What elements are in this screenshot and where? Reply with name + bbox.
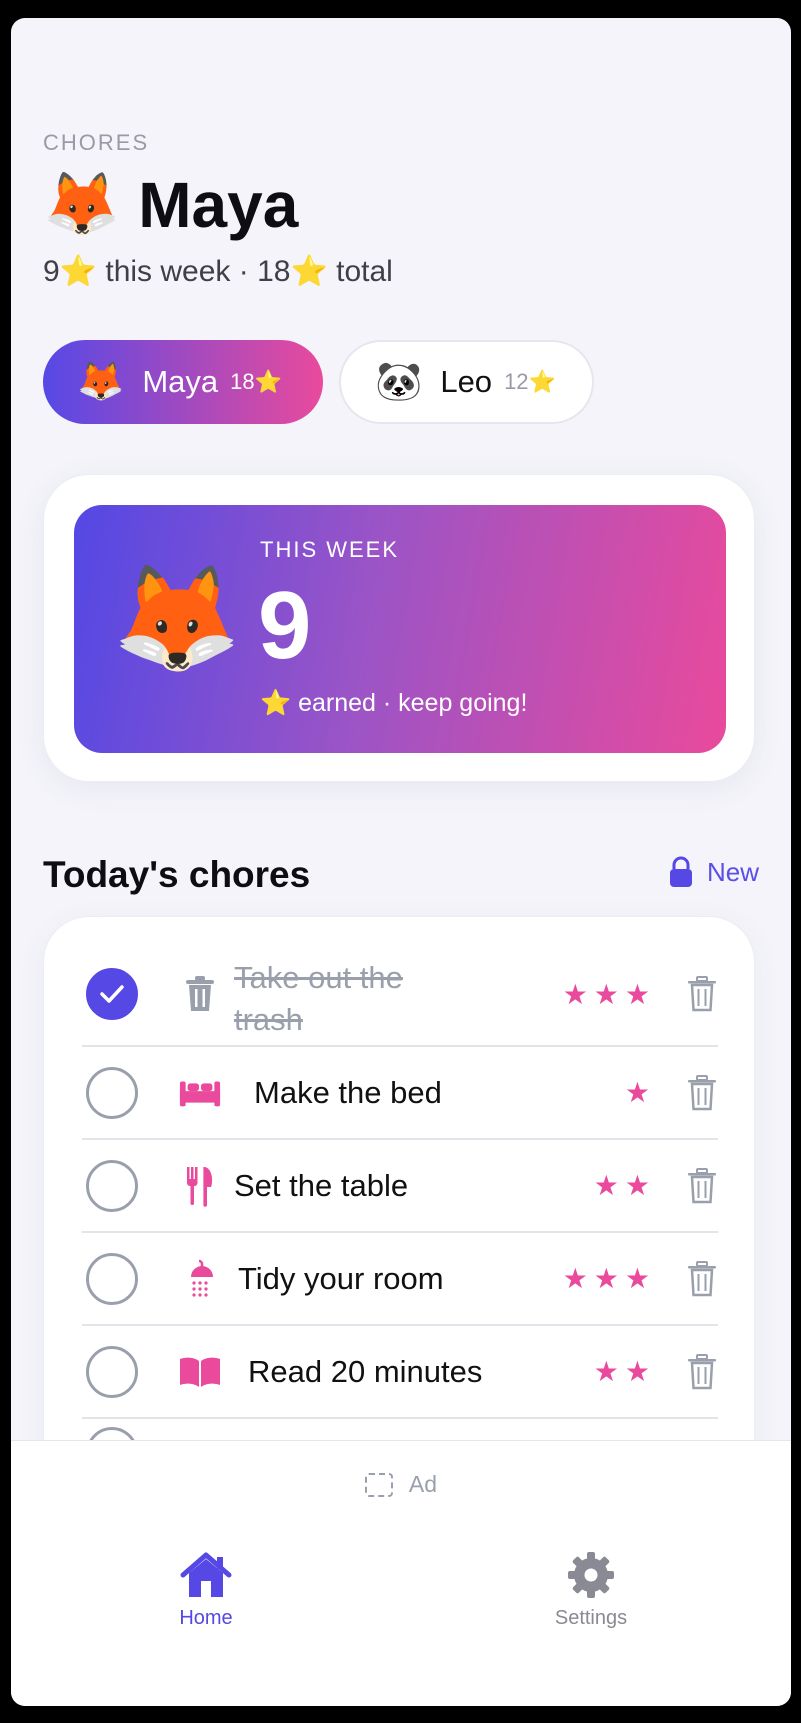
kid-tab-stars: 18⭐: [230, 369, 283, 394]
bed-icon: [178, 1071, 222, 1115]
delete-chore-icon[interactable]: [686, 976, 718, 1012]
chore-name-line: Take out the: [234, 960, 403, 995]
week-star-count: 9: [258, 572, 312, 679]
chore-name: Take out the trash: [234, 957, 403, 1041]
chore-row: Set the table ★★: [82, 1140, 718, 1233]
ad-label: Ad: [408, 1471, 438, 1497]
chore-name: Read 20 minutes: [248, 1353, 483, 1389]
nav-home-label: Home: [179, 1607, 233, 1629]
kid-name: Maya: [138, 169, 299, 241]
fox-icon: 🦊: [77, 361, 125, 403]
chore-name: Set the table: [234, 1167, 409, 1203]
lock-icon: [669, 856, 692, 887]
kid-tab-name: Maya: [142, 364, 219, 399]
panda-icon: 🐼: [375, 361, 423, 403]
nav-home[interactable]: Home: [136, 1551, 276, 1630]
section-label: CHORES: [43, 130, 150, 155]
trash-icon: [178, 972, 222, 1016]
kid-tab-stars: 12⭐: [504, 369, 556, 394]
kid-tab-maya[interactable]: 🦊 Maya 18⭐: [43, 340, 323, 424]
chore-name: Make the bed: [254, 1074, 442, 1110]
delete-chore-icon[interactable]: [686, 1074, 718, 1111]
nav-settings-label: Settings: [554, 1607, 628, 1629]
chores-heading: Today's chores: [43, 854, 311, 895]
chore-stars: ★★★: [562, 978, 656, 1010]
ad-placeholder-icon: [364, 1472, 393, 1497]
star-summary: 9⭐ this week · 18⭐ total: [43, 255, 393, 288]
new-chore-label: New: [706, 856, 759, 887]
fox-avatar-icon: 🦊: [43, 170, 121, 239]
ad-banner[interactable]: Ad: [11, 1471, 791, 1498]
book-icon: [178, 1350, 222, 1394]
chore-checkbox-checked[interactable]: [86, 968, 138, 1020]
chore-stars: ★★: [593, 1356, 656, 1387]
checkmark-icon: [100, 985, 124, 1003]
chore-checkbox[interactable]: [86, 1159, 138, 1212]
chore-checkbox[interactable]: [86, 1252, 138, 1305]
chore-checkbox[interactable]: [86, 1345, 138, 1398]
gear-icon: [521, 1551, 661, 1599]
fox-icon: 🦊: [112, 561, 242, 677]
shower-icon: [178, 1257, 222, 1301]
week-note: ⭐ earned · keep going!: [260, 689, 528, 717]
kid-tab-name: Leo: [440, 364, 493, 399]
chore-checkbox[interactable]: [86, 1066, 138, 1119]
delete-chore-icon[interactable]: [686, 1260, 718, 1297]
chore-row: Tidy your room ★★★: [82, 1233, 718, 1326]
chore-row: Make the bed ★: [82, 1047, 718, 1140]
nav-settings[interactable]: Settings: [521, 1551, 661, 1630]
new-chore-button[interactable]: New: [669, 856, 759, 888]
weekly-stars-card: 🦊 THIS WEEK 9 ⭐ earned · keep going!: [43, 474, 755, 782]
chore-stars: ★: [624, 1077, 656, 1108]
delete-chore-icon[interactable]: [686, 1353, 718, 1390]
fork-knife-icon: [178, 1164, 222, 1208]
delete-chore-icon[interactable]: [686, 1167, 718, 1204]
chore-stars: ★★: [593, 1170, 656, 1201]
chore-name: Tidy your room: [238, 1260, 444, 1296]
chore-row: Take out the trash ★★★: [82, 943, 718, 1047]
chore-row: Read 20 minutes ★★: [82, 1326, 718, 1419]
app-screen: CHORES 🦊 Maya 9⭐ this week · 18⭐ total 🦊…: [11, 18, 791, 1706]
kid-tab-leo[interactable]: 🐼 Leo 12⭐: [339, 340, 594, 424]
home-icon: [136, 1551, 276, 1599]
page-title: 🦊 Maya: [43, 168, 298, 242]
chore-name-line: trash: [234, 1001, 303, 1037]
kid-switcher: 🦊 Maya 18⭐ 🐼 Leo 12⭐: [43, 340, 594, 424]
bottom-bar: Ad Home Settings: [11, 1440, 791, 1706]
week-label: THIS WEEK: [260, 537, 400, 562]
weekly-stars-banner: 🦊 THIS WEEK 9 ⭐ earned · keep going!: [74, 505, 726, 753]
chore-stars: ★★★: [562, 1263, 656, 1294]
